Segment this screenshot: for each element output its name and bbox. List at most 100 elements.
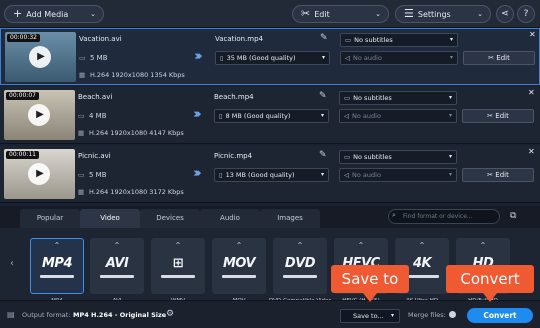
source-size-value: 4 MB <box>89 112 107 120</box>
expand-arrow-icon[interactable]: ⌃ <box>456 241 510 250</box>
speaker-icon: ◁ <box>344 112 349 120</box>
output-size-dropdown[interactable]: ▯ 13 MB (Good quality) ▾ <box>214 168 329 182</box>
edit-file-button[interactable]: ✂ Edit <box>462 109 534 123</box>
file-icon: ▯ <box>219 112 223 120</box>
source-file-size: ▭ 5 MB <box>79 54 108 62</box>
plus-icon: + <box>13 7 23 20</box>
duration-badge: 00:00:07 <box>6 92 39 100</box>
tab-images[interactable]: Images <box>260 209 320 228</box>
rename-icon[interactable]: ✎ <box>320 33 328 43</box>
file-row[interactable]: 00:00:11 ▶ Picnic.avi ▭ 5 MB ▦ H.264 1920x… <box>0 146 540 203</box>
video-thumbnail[interactable]: 00:00:07 ▶ <box>4 90 75 140</box>
edit-file-label: Edit <box>496 54 510 62</box>
source-file-info: ▦ H.264 1920x1080 4147 Kbps <box>78 129 184 137</box>
format-search-input[interactable]: Find format or device... <box>388 209 500 224</box>
expand-arrow-icon[interactable]: ⌃ <box>395 241 449 250</box>
share-button[interactable]: ⋖ <box>496 5 514 23</box>
audio-dropdown[interactable]: ◁ No audio ▾ <box>340 51 458 65</box>
expand-arrow-icon[interactable]: ⌃ <box>212 241 266 250</box>
save-to-label: Save to... <box>353 312 384 320</box>
audio-value: No audio <box>353 54 382 62</box>
play-icon[interactable]: ▶ <box>28 104 50 126</box>
subtitles-dropdown[interactable]: ▭ No subtitles ▾ <box>339 91 457 105</box>
rename-icon[interactable]: ✎ <box>319 150 327 160</box>
expand-arrow-icon[interactable]: ⌃ <box>30 241 84 250</box>
settings-button[interactable]: ☰ Settings ⌄ <box>395 5 491 23</box>
tools-icon: ✂ <box>301 7 311 20</box>
source-file-name: Beach.avi <box>78 93 113 101</box>
output-file-name[interactable]: Beach.mp4 <box>214 93 254 101</box>
save-to-callout: Save to <box>331 265 409 302</box>
speaker-icon: ◁ <box>345 54 350 62</box>
film-icon: ▦ <box>79 71 86 79</box>
source-info-value: H.264 1920x1080 4147 Kbps <box>89 129 184 137</box>
chevron-down-icon: ▾ <box>448 94 452 101</box>
chevron-down-icon: ⌄ <box>477 10 483 18</box>
edit-menu-button[interactable]: ✂ Edit ⌄ <box>292 5 389 23</box>
scroll-left-icon[interactable]: ‹ <box>10 258 14 269</box>
video-thumbnail[interactable]: 00:00:32 ▶ <box>5 32 76 82</box>
expand-arrow-icon[interactable]: ⌃ <box>151 241 205 250</box>
rename-icon[interactable]: ✎ <box>319 91 327 101</box>
duration-badge: 00:00:32 <box>7 34 40 42</box>
tab-audio[interactable]: Audio <box>200 209 260 228</box>
file-size-icon: ▭ <box>79 54 86 62</box>
expand-arrow-icon[interactable]: ⌃ <box>90 241 144 250</box>
output-size-dropdown[interactable]: ▯ 35 MB (Good quality) ▾ <box>215 51 330 65</box>
source-file-info: ▦ H.264 1920x1080 1354 Kbps <box>79 71 185 79</box>
source-size-value: 5 MB <box>89 171 107 179</box>
play-icon[interactable]: ▶ <box>29 46 51 68</box>
collapse-panel-icon[interactable]: ⧉ <box>510 211 516 221</box>
output-format-label: Output format: <box>22 311 71 319</box>
subtitles-dropdown[interactable]: ▭ No subtitles ▾ <box>340 33 458 47</box>
file-row[interactable]: 00:00:07 ▶ Beach.avi ▭ 4 MB ▦ H.264 1920x1… <box>0 87 540 144</box>
search-icon: ⌕ <box>392 211 396 219</box>
play-icon[interactable]: ▶ <box>28 163 50 185</box>
add-media-button[interactable]: + Add Media ⌄ <box>4 5 104 23</box>
output-format-value[interactable]: MP4 H.264 - Original Size <box>73 311 166 319</box>
chevron-down-icon: ▾ <box>390 312 394 319</box>
tab-video[interactable]: Video <box>80 209 140 228</box>
convert-button[interactable]: Convert <box>467 308 533 323</box>
output-size-dropdown[interactable]: ▯ 8 MB (Good quality) ▾ <box>214 109 329 123</box>
file-row[interactable]: 00:00:32 ▶ Vacation.avi ▭ 5 MB ▦ H.264 192… <box>0 28 540 85</box>
expand-arrow-icon[interactable]: ⌃ <box>334 241 388 250</box>
tab-popular[interactable]: Popular <box>20 209 80 228</box>
output-size-value: 13 MB (Good quality) <box>225 171 295 179</box>
remove-file-icon[interactable]: ✕ <box>528 88 535 97</box>
output-file-name[interactable]: Picnic.mp4 <box>214 152 252 160</box>
format-card[interactable]: ⌃ MP4 MP4 <box>30 234 84 306</box>
format-logo-underline <box>283 275 317 278</box>
gear-icon[interactable]: ⚙ <box>166 309 174 319</box>
convert-arrow-icon: ›››› <box>193 107 202 122</box>
subtitles-dropdown[interactable]: ▭ No subtitles ▾ <box>339 150 457 164</box>
help-button[interactable]: ? <box>517 5 535 23</box>
merge-files-toggle[interactable]: Merge files: <box>408 311 456 319</box>
remove-file-icon[interactable]: ✕ <box>528 147 535 156</box>
convert-callout-text: Convert <box>460 270 520 288</box>
help-icon: ? <box>523 9 529 19</box>
expand-arrow-icon[interactable]: ⌃ <box>273 241 327 250</box>
settings-label: Settings <box>417 10 451 19</box>
audio-dropdown[interactable]: ◁ No audio ▾ <box>339 168 457 182</box>
format-card[interactable]: ⌃ DVD DVD-Compatible Video <box>269 234 331 306</box>
convert-callout: Convert <box>446 265 534 302</box>
format-tabs: Popular Video Devices Audio Images Find … <box>0 206 540 228</box>
tab-devices[interactable]: Devices <box>140 209 200 228</box>
edit-file-button[interactable]: ✂ Edit <box>463 51 535 65</box>
edit-file-button[interactable]: ✂ Edit <box>462 168 534 182</box>
file-icon: ▯ <box>219 171 223 179</box>
chevron-down-icon: ▾ <box>448 112 452 119</box>
save-to-dropdown[interactable]: Save to... ▾ <box>340 309 400 323</box>
remove-file-icon[interactable]: ✕ <box>529 30 536 39</box>
output-format-icon: ▤ <box>7 310 15 319</box>
format-logo-underline <box>222 275 256 278</box>
video-thumbnail[interactable]: 00:00:11 ▶ <box>4 149 75 199</box>
audio-dropdown[interactable]: ◁ No audio ▾ <box>339 109 457 123</box>
format-card[interactable]: ⌃ MOV MOV <box>212 234 266 306</box>
output-file-name[interactable]: Vacation.mp4 <box>215 35 263 43</box>
format-card[interactable]: ⌃ ⊞ WMV <box>151 234 205 306</box>
subtitles-value: No subtitles <box>353 153 392 161</box>
format-card[interactable]: ⌃ AVI AVI <box>90 234 144 306</box>
edit-menu-label: Edit <box>314 10 330 19</box>
